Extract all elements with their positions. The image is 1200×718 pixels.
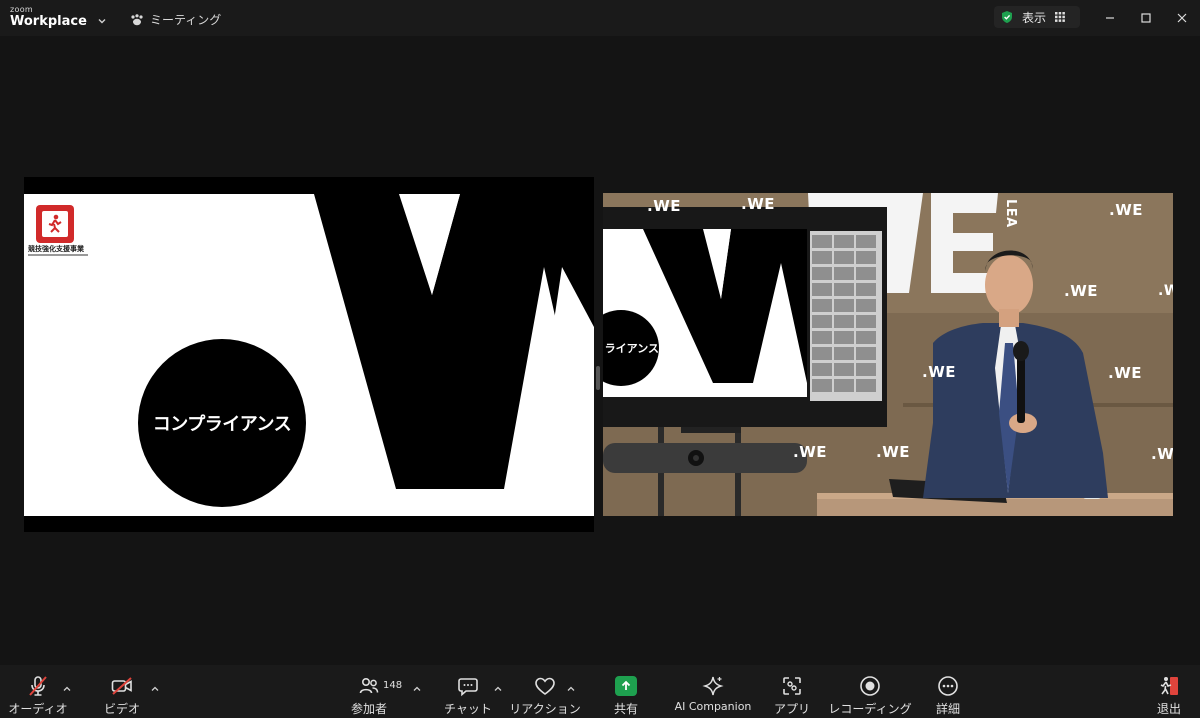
wall-logo-text: .WE: [922, 363, 956, 381]
chat-button[interactable]: チャット: [444, 665, 492, 718]
record-icon: [858, 674, 882, 698]
ai-companion-button[interactable]: AI Companion: [672, 665, 754, 718]
audio-button[interactable]: オーディオ: [8, 665, 68, 718]
wall-logo-text: .WE: [1109, 201, 1143, 219]
chat-bubble-icon: [456, 674, 480, 698]
apps-button[interactable]: アプリ: [772, 665, 812, 718]
camera-off-icon: [110, 674, 134, 698]
leave-button[interactable]: 退出: [1150, 665, 1188, 718]
minimize-icon[interactable]: [1100, 8, 1120, 28]
paw-icon: [131, 13, 143, 25]
speaker-video: ライアンス .WE .WE .WE .WE .WE .WE .WE .WE .W…: [603, 193, 1173, 516]
video-options-caret-icon[interactable]: [150, 679, 160, 691]
maximize-icon[interactable]: [1136, 8, 1156, 28]
participants-count: 148: [383, 680, 403, 691]
slide-graphic: [24, 194, 594, 516]
leave-label: 退出: [1156, 702, 1181, 716]
more-label: 詳細: [935, 702, 960, 716]
reaction-label: リアクション: [509, 702, 581, 716]
sparkle-icon: [701, 674, 725, 698]
apps-label: アプリ: [773, 702, 810, 716]
monitor-slide-text: ライアンス: [604, 342, 659, 355]
video-scene: [603, 193, 1173, 516]
app-logo: zoom Workplace: [10, 5, 87, 29]
shared-screen: 競技強化支援事業 コンプライアンス: [24, 177, 594, 532]
record-label: レコーディング: [828, 702, 912, 716]
share-label: 共有: [613, 702, 638, 716]
share-screen-icon: [615, 676, 637, 696]
meeting-info[interactable]: ミーティング: [130, 11, 221, 28]
slide-circle-text: コンプライアンス: [152, 414, 292, 435]
shield-check-icon: [1002, 11, 1012, 23]
wall-logo-text: .WE: [876, 443, 910, 461]
wall-logo-text: .WE: [647, 197, 681, 215]
close-icon[interactable]: [1172, 8, 1192, 28]
view-label: 表示: [1022, 10, 1047, 25]
brand-small: zoom: [10, 5, 33, 14]
video-button[interactable]: ビデオ: [98, 665, 146, 718]
runner-icon: [48, 214, 62, 233]
wall-side-text: LEA: [1003, 199, 1018, 228]
participants-button[interactable]: 参加者: [344, 665, 394, 718]
wall-logo-text: .WE: [1158, 283, 1173, 299]
chevron-down-icon[interactable]: [97, 11, 107, 24]
wall-logo-text: .WE: [1108, 364, 1142, 382]
people-icon: [357, 674, 381, 698]
wall-logo-text: .WE: [741, 195, 775, 213]
audio-label: オーディオ: [8, 702, 68, 716]
split-handle[interactable]: [596, 366, 600, 390]
chat-options-caret-icon[interactable]: [493, 679, 503, 691]
leave-icon: [1157, 674, 1181, 698]
heart-icon: [533, 674, 557, 698]
participants-label: 参加者: [350, 702, 387, 716]
meeting-toolbar: オーディオ ビデオ 参加者 チャット リアクション 共有 AI Companio…: [0, 665, 1200, 718]
audio-options-caret-icon[interactable]: [62, 679, 72, 691]
reaction-options-caret-icon[interactable]: [566, 679, 576, 691]
wall-logo-text: .WE: [1064, 282, 1098, 300]
more-dots-icon: [936, 674, 960, 698]
ai-companion-label: AI Companion: [674, 700, 752, 713]
org-label: 競技強化支援事業: [28, 245, 84, 253]
wall-logo-text: .WE: [793, 443, 827, 461]
grid-icon: [1055, 12, 1065, 22]
mic-muted-icon: [26, 674, 50, 698]
view-button[interactable]: 表示: [994, 6, 1080, 28]
meeting-label: ミーティング: [150, 13, 222, 27]
title-bar: zoom Workplace ミーティング 表示: [0, 0, 1200, 36]
wall-logo-text: .WE: [1151, 445, 1173, 463]
apps-icon: [780, 674, 804, 698]
record-button[interactable]: レコーディング: [828, 665, 912, 718]
share-button[interactable]: 共有: [606, 665, 646, 718]
video-label: ビデオ: [103, 702, 140, 716]
org-logo: [36, 205, 74, 243]
more-button[interactable]: 詳細: [928, 665, 968, 718]
brand-large: Workplace: [10, 14, 87, 29]
participants-options-caret-icon[interactable]: [412, 679, 422, 691]
chat-label: チャット: [444, 702, 492, 716]
org-sub-line: [28, 254, 88, 256]
